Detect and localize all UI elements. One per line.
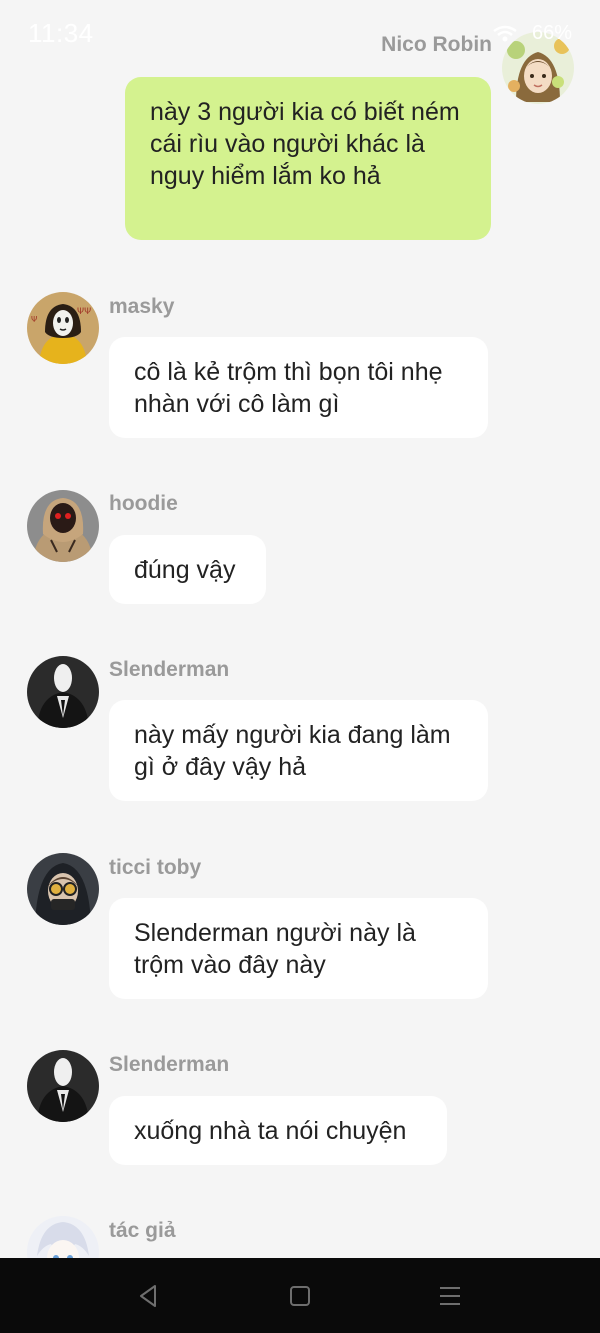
- message-bubble[interactable]: đúng vậy: [109, 535, 266, 604]
- sender-name: Slenderman: [109, 1053, 230, 1076]
- slenderman-avatar-icon[interactable]: [27, 1050, 99, 1122]
- system-nav-bar: [0, 1258, 600, 1333]
- battery-percent: 66%: [531, 22, 572, 44]
- author-avatar-icon[interactable]: [27, 1216, 99, 1258]
- status-indicators: 66%: [492, 22, 572, 45]
- wifi-icon: [493, 25, 518, 42]
- back-triangle-icon[interactable]: [135, 1282, 163, 1310]
- message-bubble[interactable]: này 3 người kia có biết ném cái rìu vào …: [125, 77, 491, 240]
- slenderman-avatar-icon[interactable]: [27, 656, 99, 728]
- masky-avatar-icon[interactable]: ΨΨ Ψ: [27, 292, 99, 364]
- sender-name: Slenderman: [109, 658, 230, 681]
- chat-area[interactable]: Nico Robin này 3 người kia có biết ném c…: [0, 0, 600, 1258]
- message-bubble[interactable]: Slenderman người này là trộm vào đây này: [109, 898, 488, 999]
- sender-name: hoodie: [109, 492, 178, 515]
- status-bar: 11:34 66%: [0, 0, 600, 70]
- sender-name: ticci toby: [109, 856, 202, 879]
- message-bubble[interactable]: cô là kẻ trộm thì bọn tôi nhẹ nhàn với c…: [109, 337, 488, 438]
- message-bubble[interactable]: xuống nhà ta nói chuyện: [109, 1096, 447, 1165]
- menu-lines-icon[interactable]: [436, 1282, 464, 1310]
- ticci-toby-avatar-icon[interactable]: [27, 853, 99, 925]
- hoodie-avatar-icon[interactable]: [27, 490, 99, 562]
- message-bubble[interactable]: này mấy người kia đang làm gì ở đây vậy …: [109, 700, 488, 801]
- sender-name: masky: [109, 295, 175, 318]
- home-square-icon[interactable]: [286, 1282, 314, 1310]
- svg-text:ΨΨ: ΨΨ: [77, 307, 91, 317]
- sender-name: tác giả: [109, 1219, 176, 1242]
- svg-text:Ψ: Ψ: [31, 315, 37, 324]
- status-time: 11:34: [28, 18, 94, 48]
